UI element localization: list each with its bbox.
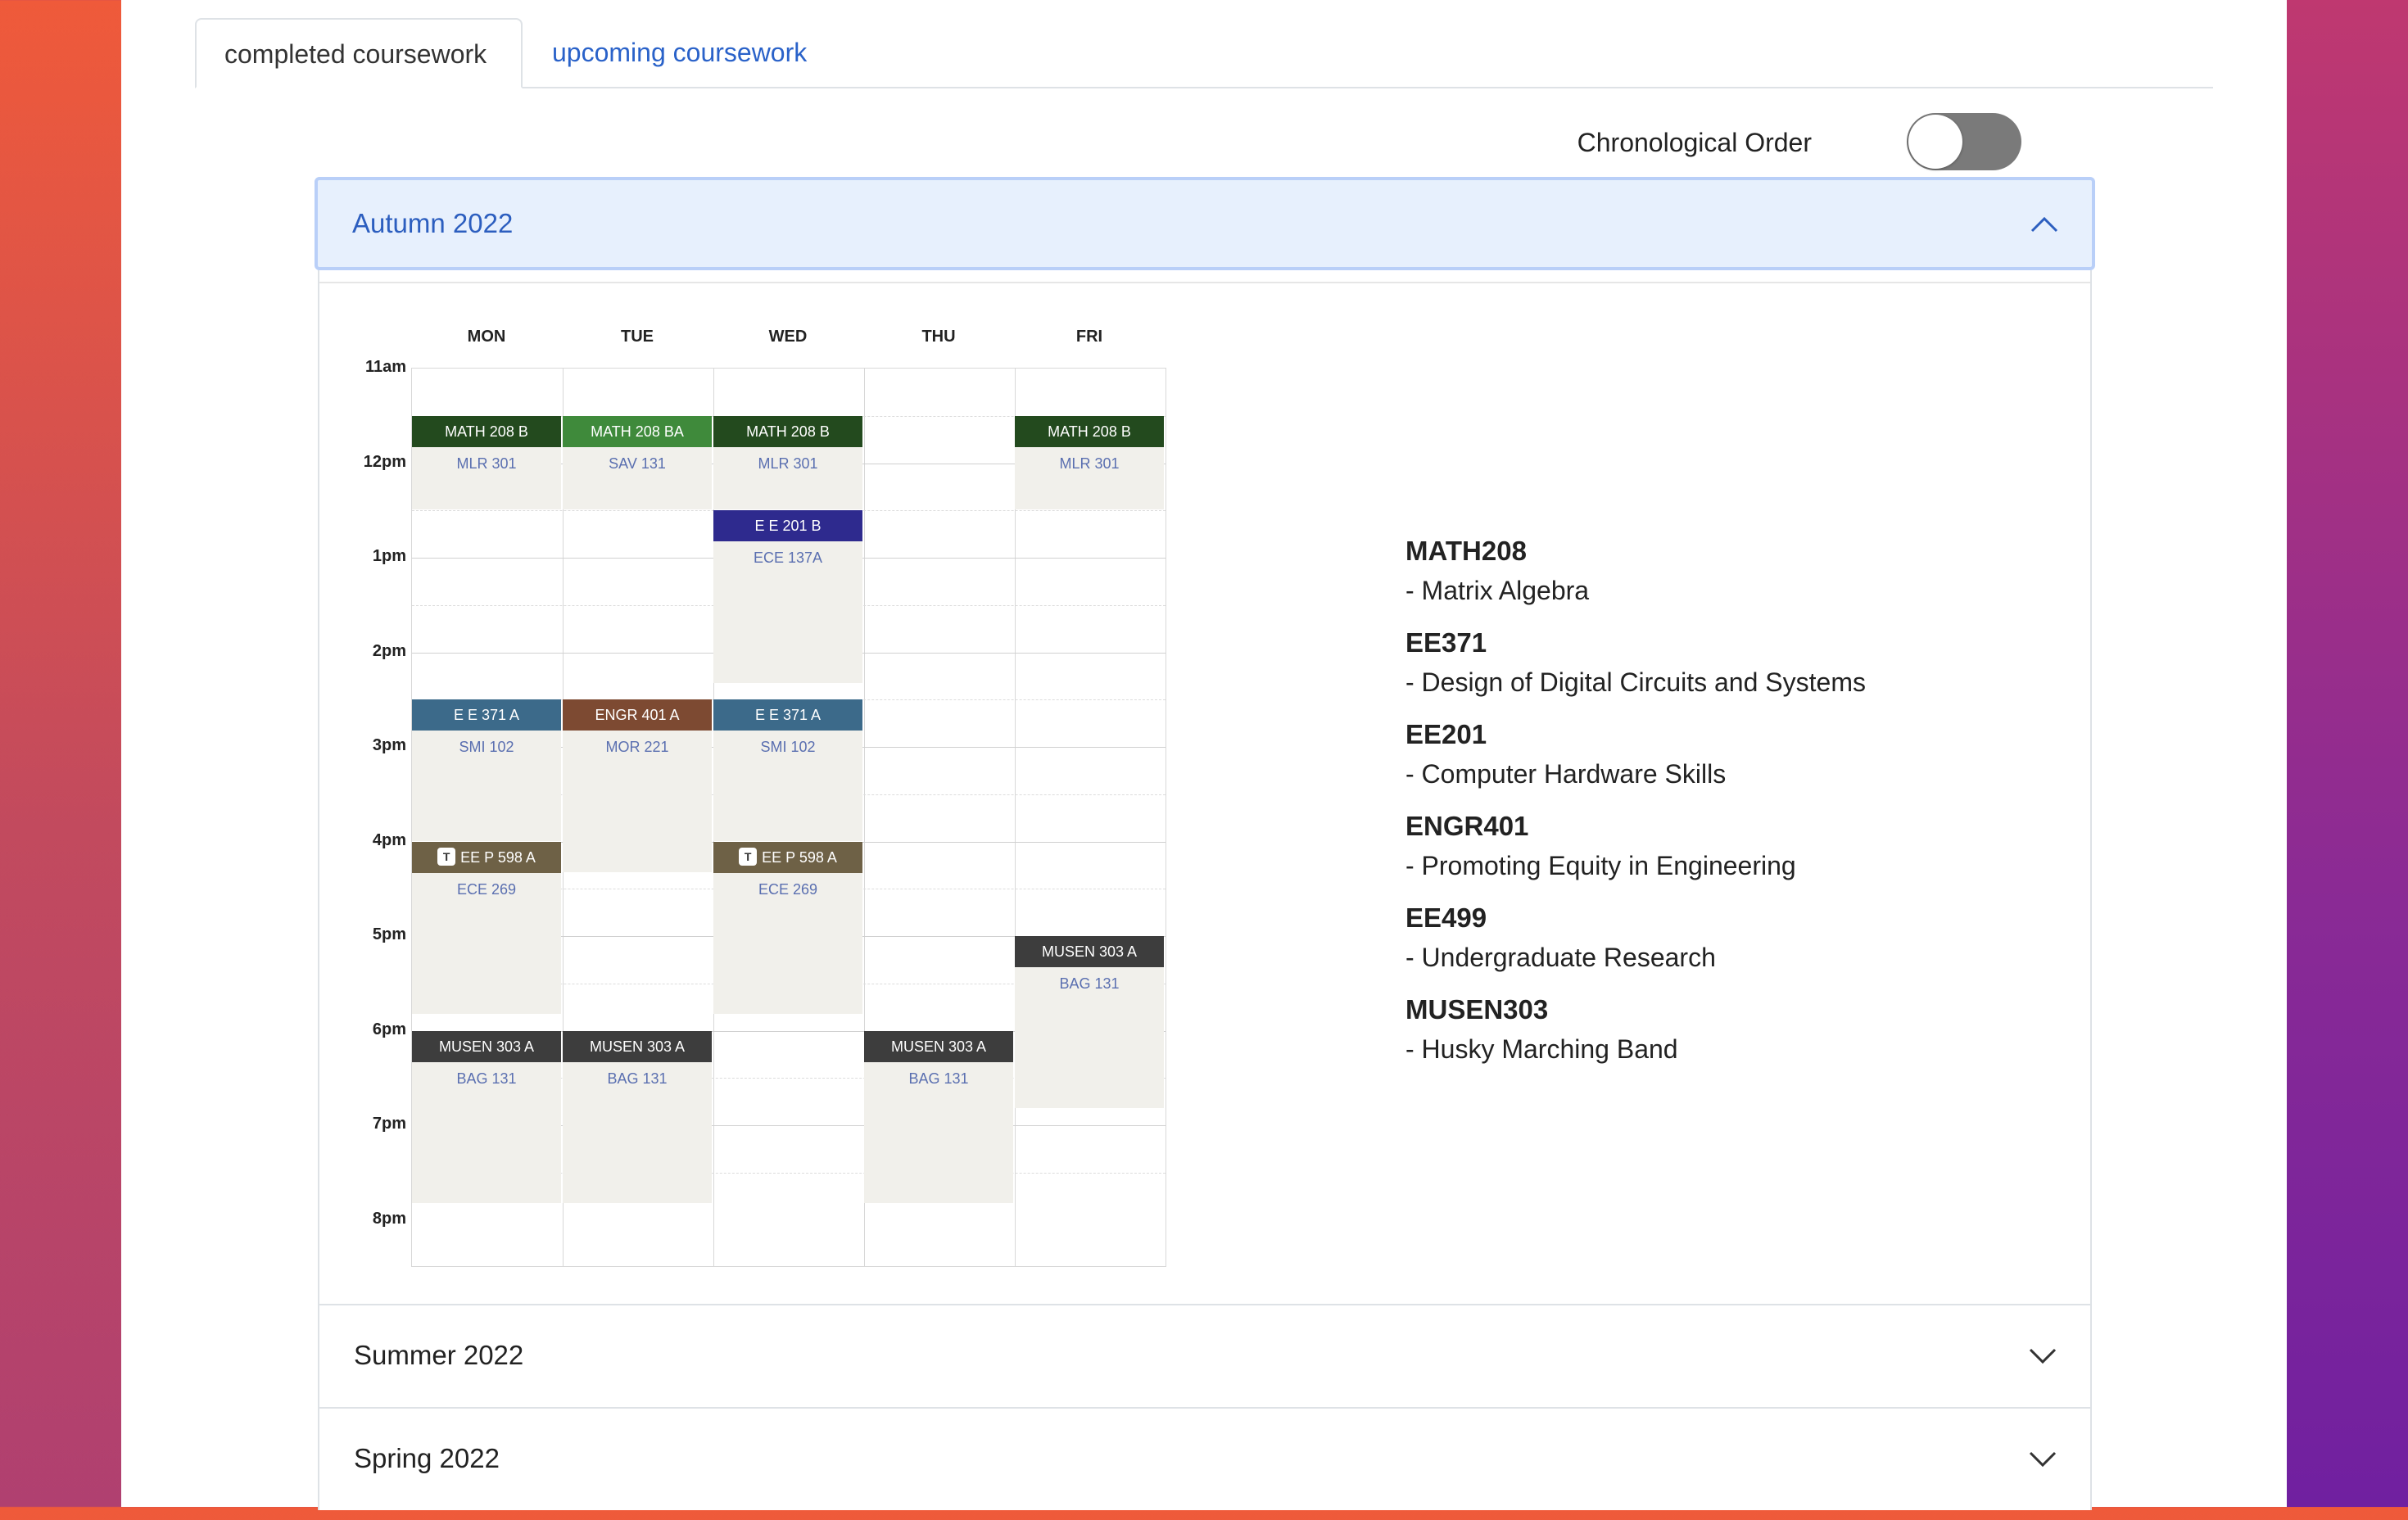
- event-location-link[interactable]: ECE 269: [713, 873, 862, 906]
- schedule-event[interactable]: MATH 208 B MLR 301: [713, 415, 862, 510]
- event-title: T EE P 598 A: [412, 841, 561, 873]
- schedule-event[interactable]: MUSEN 303 A BAG 131: [864, 1030, 1013, 1203]
- event-title: T EE P 598 A: [713, 841, 862, 873]
- course-code: EE499: [1405, 902, 1487, 933]
- event-location-link[interactable]: MLR 301: [1015, 447, 1164, 480]
- course-item: MUSEN303 - Husky Marching Band: [1405, 991, 1979, 1083]
- event-title-text: EE P 598 A: [460, 848, 536, 866]
- day-header-fri: FRI: [1075, 328, 1103, 346]
- event-title-text: MATH 208 BA: [591, 423, 684, 440]
- event-title: MATH 208 B: [713, 415, 862, 447]
- event-title: MUSEN 303 A: [563, 1030, 712, 1062]
- event-location-link[interactable]: SMI 102: [713, 731, 862, 763]
- time-label-3pm: 3pm: [372, 736, 406, 754]
- course-code: ENGR401: [1405, 811, 1529, 841]
- time-label-1pm: 1pm: [372, 547, 406, 565]
- event-location-link[interactable]: BAG 131: [1015, 967, 1164, 1000]
- event-location-link[interactable]: BAG 131: [563, 1062, 712, 1095]
- schedule-event[interactable]: E E 371 A SMI 102: [412, 699, 561, 841]
- event-title: MUSEN 303 A: [1015, 936, 1164, 967]
- day-header-tue: TUE: [621, 328, 654, 346]
- event-title-text: MUSEN 303 A: [890, 1038, 987, 1055]
- event-location-link[interactable]: ECE 269: [412, 873, 561, 906]
- time-label-8pm: 8pm: [372, 1210, 406, 1228]
- time-label-7pm: 7pm: [372, 1115, 406, 1133]
- event-location-link[interactable]: BAG 131: [412, 1062, 561, 1095]
- course-code: MATH208: [1405, 536, 1527, 566]
- schedule-event[interactable]: T EE P 598 A ECE 269: [713, 841, 862, 1014]
- schedule-event[interactable]: MUSEN 303 A BAG 131: [1015, 936, 1164, 1109]
- event-location-link[interactable]: SAV 131: [563, 447, 712, 480]
- event-title: MUSEN 303 A: [412, 1030, 561, 1062]
- time-label-4pm: 4pm: [372, 831, 406, 849]
- event-title: ENGR 401 A: [563, 699, 712, 731]
- event-title-text: MATH 208 B: [445, 423, 528, 440]
- event-tag-badge: T: [739, 847, 758, 866]
- day-header-wed: WED: [768, 328, 808, 346]
- schedule-event[interactable]: T EE P 598 A ECE 269: [412, 841, 561, 1014]
- page: completed coursework upcoming coursework…: [121, 0, 2287, 1510]
- time-label-2pm: 2pm: [372, 642, 406, 660]
- course-item: ENGR401 - Promoting Equity in Engineering: [1405, 808, 1979, 899]
- time-label-11am: 11am: [364, 358, 406, 376]
- event-title: MUSEN 303 A: [864, 1030, 1013, 1062]
- schedule-event[interactable]: E E 201 B ECE 137A: [713, 510, 862, 683]
- event-title: E E 371 A: [412, 699, 561, 731]
- event-title-text: MUSEN 303 A: [438, 1038, 535, 1055]
- event-title-text: E E 371 A: [754, 707, 822, 724]
- day-header-mon: MON: [467, 328, 506, 346]
- event-tag-badge: T: [437, 847, 456, 866]
- course-name: - Matrix Algebra: [1405, 576, 1590, 605]
- event-title: MATH 208 B: [412, 415, 561, 447]
- event-title-text: MATH 208 B: [746, 423, 830, 440]
- course-code: MUSEN303: [1405, 994, 1549, 1025]
- schedule-event[interactable]: MUSEN 303 A BAG 131: [563, 1030, 712, 1203]
- event-title-text: E E 371 A: [453, 707, 520, 724]
- event-location-link[interactable]: MLR 301: [412, 447, 561, 480]
- event-title: E E 201 B: [713, 510, 862, 542]
- event-location-link[interactable]: BAG 131: [864, 1062, 1013, 1095]
- course-code: EE201: [1405, 719, 1487, 749]
- day-header-thu: THU: [921, 328, 956, 346]
- event-title: E E 371 A: [713, 699, 862, 731]
- event-title-text: MUSEN 303 A: [589, 1038, 686, 1055]
- event-title: MATH 208 B: [1015, 415, 1164, 447]
- schedule-event[interactable]: MATH 208 BA SAV 131: [563, 415, 712, 510]
- schedule-event[interactable]: E E 371 A SMI 102: [713, 699, 862, 841]
- schedule-event[interactable]: MATH 208 B MLR 301: [412, 415, 561, 510]
- course-name: - Promoting Equity in Engineering: [1405, 851, 1796, 880]
- event-location-link[interactable]: ECE 137A: [713, 541, 862, 574]
- course-list: MATH208 - Matrix Algebra EE371 - Design of …: [1405, 532, 1979, 1083]
- schedule-event[interactable]: MATH 208 B MLR 301: [1015, 415, 1164, 510]
- event-title-text: ENGR 401 A: [595, 707, 680, 724]
- event-title: MATH 208 BA: [563, 415, 712, 447]
- course-name: - Husky Marching Band: [1405, 1034, 1678, 1064]
- event-title-text: E E 201 B: [754, 518, 822, 535]
- event-title-text: MATH 208 B: [1048, 423, 1131, 440]
- event-title-text: MUSEN 303 A: [1041, 943, 1138, 960]
- course-name: - Undergraduate Research: [1405, 943, 1716, 972]
- time-label-6pm: 6pm: [372, 1020, 406, 1038]
- course-item: EE371 - Design of Digital Circuits and Sy…: [1405, 624, 1979, 716]
- course-item: EE201 - Computer Hardware Skills: [1405, 716, 1979, 808]
- weekly-schedule: MON TUE WED THU FRI 11am 12pm 1pm 2pm 3p…: [0, 0, 2408, 1507]
- time-label-12pm: 12pm: [363, 453, 406, 471]
- schedule-event[interactable]: ENGR 401 A MOR 221: [563, 699, 712, 872]
- course-name: - Computer Hardware Skills: [1405, 759, 1727, 789]
- schedule-event[interactable]: MUSEN 303 A BAG 131: [412, 1030, 561, 1203]
- course-name: - Design of Digital Circuits and Systems: [1405, 667, 1866, 697]
- course-item: EE499 - Undergraduate Research: [1405, 899, 1979, 991]
- event-location-link[interactable]: MLR 301: [713, 447, 862, 480]
- course-item: MATH208 - Matrix Algebra: [1405, 532, 1979, 624]
- event-location-link[interactable]: MOR 221: [563, 731, 712, 763]
- course-code: EE371: [1405, 627, 1487, 658]
- time-label-5pm: 5pm: [372, 925, 406, 943]
- event-title-text: EE P 598 A: [762, 848, 837, 866]
- event-location-link[interactable]: SMI 102: [412, 731, 561, 763]
